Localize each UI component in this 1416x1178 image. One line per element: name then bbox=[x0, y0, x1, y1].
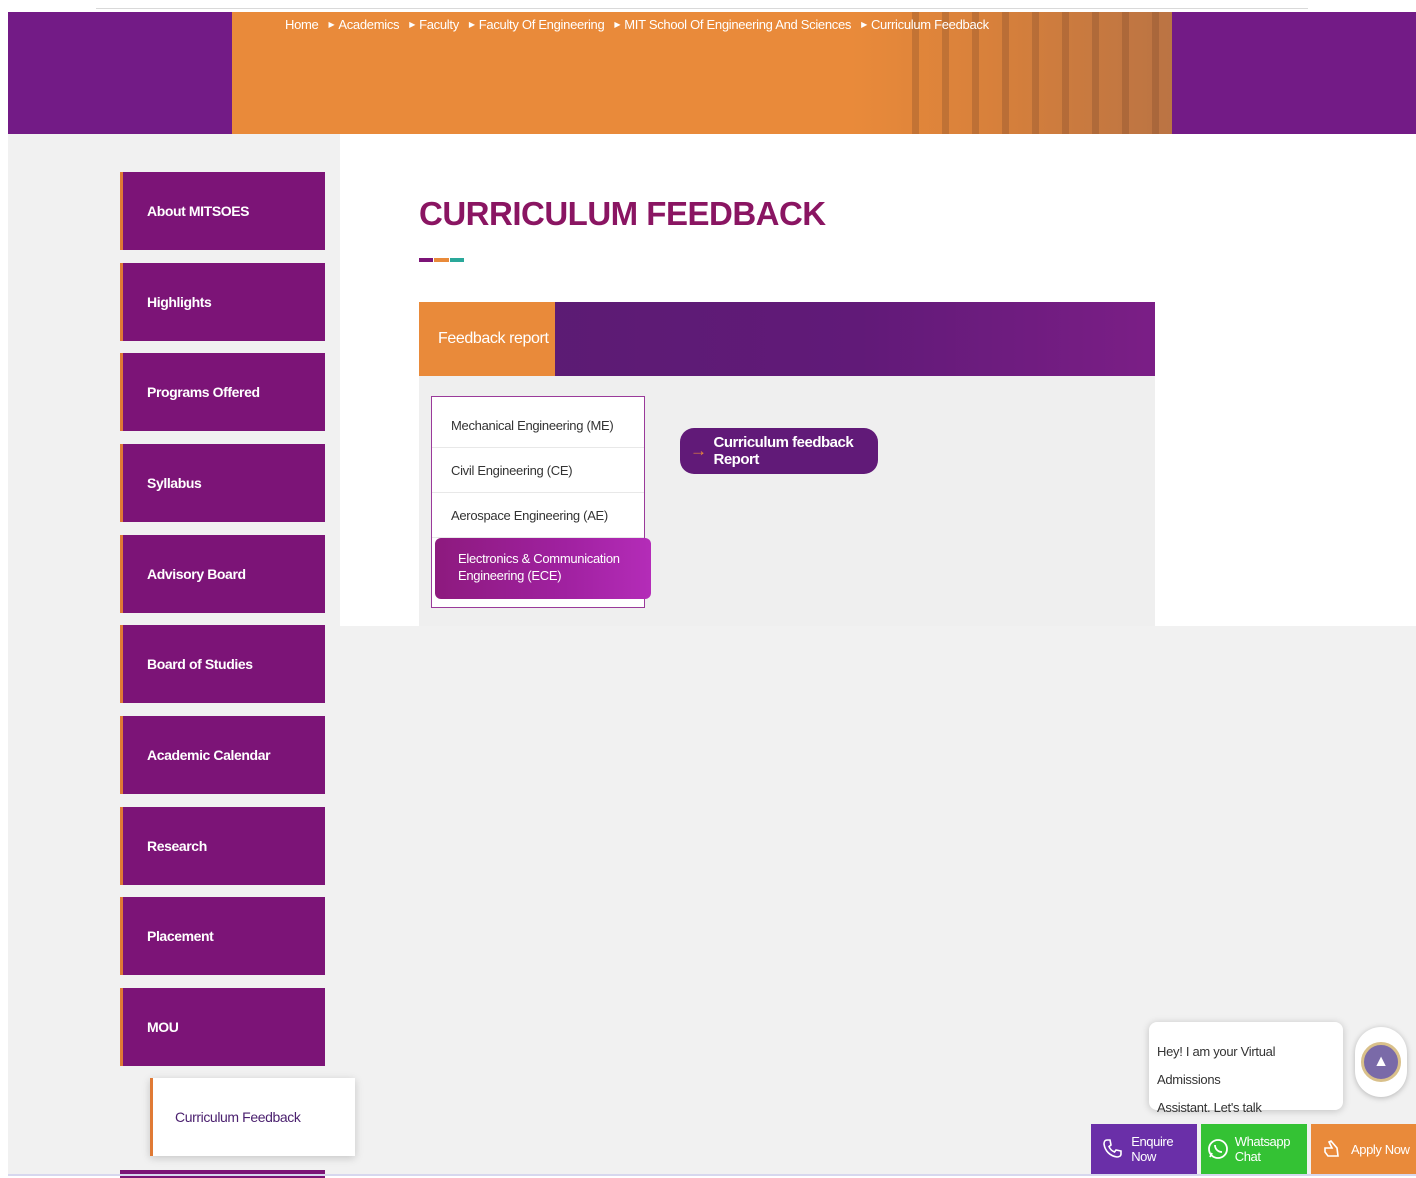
sidebar-item-advisory-board[interactable]: Advisory Board bbox=[120, 535, 325, 613]
whatsapp-chat-label: Whatsapp Chat bbox=[1234, 1134, 1291, 1164]
department-label-line1: Electronics & Communication bbox=[458, 551, 620, 566]
sidebar-subitem-label: Curriculum Feedback bbox=[175, 1109, 301, 1125]
curriculum-feedback-report-button[interactable]: → Curriculum feedback Report bbox=[680, 428, 878, 474]
pointing-hand-icon bbox=[1317, 1134, 1347, 1164]
sidebar-item-label: Placement bbox=[147, 928, 214, 944]
sidebar-subitem-curriculum-feedback[interactable]: Curriculum Feedback bbox=[150, 1078, 355, 1156]
whatsapp-chat-button[interactable]: Whatsapp Chat bbox=[1201, 1124, 1307, 1174]
page-title: CURRICULUM FEEDBACK bbox=[419, 195, 826, 232]
triangle-right-icon: ▶ bbox=[328, 20, 335, 29]
sidebar-item-label: Programs Offered bbox=[147, 384, 260, 400]
chat-message-line2: Assistant. Let's talk bbox=[1157, 1100, 1262, 1115]
feedback-panel: Feedback report Mechanical Engineering (… bbox=[419, 302, 1155, 626]
breadcrumb-faculty[interactable]: Faculty bbox=[419, 17, 459, 32]
department-label-line2: Engineering (ECE) bbox=[458, 568, 562, 583]
arrow-right-icon: → bbox=[690, 441, 707, 460]
tab-label: Feedback report bbox=[438, 330, 549, 347]
department-item-ece[interactable]: Electronics & Communication Engineering … bbox=[435, 538, 651, 599]
sidebar-item-label: Research bbox=[147, 838, 207, 854]
breadcrumb-faculty-of-engineering[interactable]: Faculty Of Engineering bbox=[479, 17, 605, 32]
triangle-right-icon: ▶ bbox=[409, 20, 416, 29]
department-list: Mechanical Engineering (ME) Civil Engine… bbox=[431, 396, 651, 608]
enquire-now-label: Enquire Now bbox=[1131, 1134, 1174, 1164]
sidebar-item-placement[interactable]: Placement bbox=[120, 897, 325, 975]
chat-avatar-button[interactable]: ▲ bbox=[1355, 1027, 1407, 1097]
sidebar-item-label: Highlights bbox=[147, 294, 212, 310]
sidebar-item-label: Syllabus bbox=[147, 475, 202, 491]
university-logo-icon: ▲ bbox=[1361, 1042, 1401, 1082]
sidebar-item-academic-calendar[interactable]: Academic Calendar bbox=[120, 716, 325, 794]
report-button-label: Curriculum feedback Report bbox=[713, 434, 854, 468]
breadcrumb: Home ▶ Academics ▶ Faculty ▶ Faculty Of Eng… bbox=[285, 17, 989, 32]
sidebar-item-programs[interactable]: Programs Offered bbox=[120, 353, 325, 431]
whatsapp-icon bbox=[1205, 1134, 1231, 1164]
department-label: Mechanical Engineering (ME) bbox=[451, 417, 614, 433]
enquire-now-button[interactable]: Enquire Now bbox=[1091, 1124, 1197, 1174]
department-label: Aerospace Engineering (AE) bbox=[451, 507, 608, 523]
breadcrumb-home[interactable]: Home bbox=[285, 17, 319, 32]
title-underline bbox=[419, 258, 465, 262]
top-divider bbox=[96, 8, 1308, 9]
sidebar-item-syllabus[interactable]: Syllabus bbox=[120, 444, 325, 522]
sidebar-item-label: About MITSOES bbox=[147, 203, 250, 219]
sidebar-item-label: Advisory Board bbox=[147, 566, 246, 582]
department-item-me[interactable]: Mechanical Engineering (ME) bbox=[432, 403, 644, 448]
breadcrumb-mit-school[interactable]: MIT School Of Engineering And Sciences bbox=[624, 17, 851, 32]
sidebar-item-label: MOU bbox=[147, 1019, 179, 1035]
department-label: Civil Engineering (CE) bbox=[451, 462, 573, 478]
phone-icon bbox=[1099, 1134, 1127, 1164]
chat-message-line1: Hey! I am your Virtual Admissions bbox=[1157, 1044, 1276, 1087]
sidebar-item-highlights[interactable]: Highlights bbox=[120, 263, 325, 341]
department-item-ae[interactable]: Aerospace Engineering (AE) bbox=[432, 493, 644, 538]
sidebar-item-about[interactable]: About MITSOES bbox=[120, 172, 325, 250]
sidebar-item-label: Academic Calendar bbox=[147, 747, 271, 763]
chat-bubble[interactable]: Hey! I am your Virtual Admissions Assist… bbox=[1149, 1022, 1343, 1115]
breadcrumb-current: Curriculum Feedback bbox=[870, 17, 989, 32]
apply-now-label: Apply Now bbox=[1351, 1141, 1410, 1157]
breadcrumb-academics[interactable]: Academics bbox=[338, 17, 399, 32]
triangle-right-icon: ▶ bbox=[861, 20, 867, 29]
tab-feedback-report[interactable]: Feedback report bbox=[419, 302, 555, 376]
triangle-right-icon: ▶ bbox=[614, 20, 621, 29]
sidebar-item-mou[interactable]: MOU bbox=[120, 988, 325, 1066]
sidebar-item-board-of-studies[interactable]: Board of Studies bbox=[120, 625, 325, 703]
sidebar-item-label: Board of Studies bbox=[147, 656, 253, 672]
sidebar-item-research[interactable]: Research bbox=[120, 807, 325, 885]
triangle-right-icon: ▶ bbox=[468, 20, 475, 29]
bottom-divider bbox=[8, 1174, 1416, 1176]
department-item-ce[interactable]: Civil Engineering (CE) bbox=[432, 448, 644, 493]
apply-now-button[interactable]: Apply Now bbox=[1311, 1124, 1416, 1174]
